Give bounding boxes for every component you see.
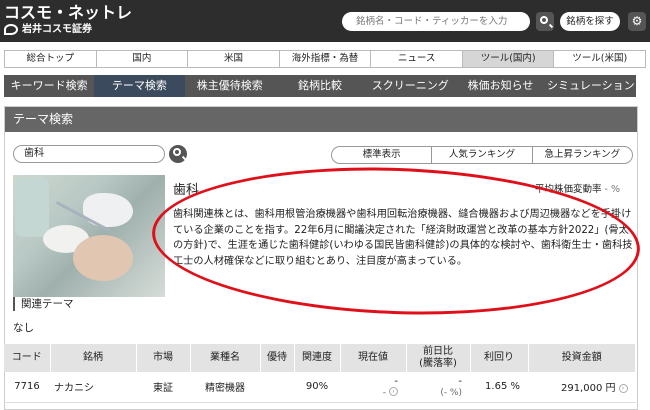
logo-main-text: コスモ・ネットレ — [4, 3, 133, 22]
cell-amount: 291,000 円 › — [528, 372, 636, 403]
theme-photo — [13, 175, 165, 297]
main-nav-tab-6[interactable]: ツール(米国) — [554, 51, 645, 67]
ranking-segment-control: 標準表示 人気ランキング 急上昇ランキング — [331, 146, 633, 164]
sub-nav-item-1[interactable]: テーマ検索 — [94, 75, 185, 97]
cell-industry: 精密機器 — [190, 372, 260, 403]
th-price[interactable]: 現在値 — [340, 344, 407, 372]
th-benefit[interactable]: 優待 — [260, 344, 295, 372]
main-nav: 総合トップ 国内 米国 海外指標・為替 ニュース ツール(国内) ツール(米国) — [4, 50, 646, 68]
th-yield[interactable]: 利回り — [470, 344, 529, 372]
avg-change-value: - % — [604, 184, 621, 195]
th-change[interactable]: 前日比 (騰落率) — [406, 344, 471, 372]
panel-title: テーマ検索 — [5, 107, 637, 132]
symbol-search-input[interactable]: 銘柄名・コード・ティッカーを入力 — [342, 12, 530, 31]
cell-amount-value: 291,000 円 — [560, 383, 616, 395]
search-button[interactable] — [536, 12, 554, 31]
segment-standard[interactable]: 標準表示 — [332, 147, 433, 163]
th-industry[interactable]: 業種名 — [190, 344, 261, 372]
cell-relevance: 90% — [294, 372, 340, 403]
logo[interactable]: コスモ・ネットレ 岩井コスモ証券 — [4, 4, 132, 36]
sub-nav-item-5[interactable]: 株価お知らせ — [455, 75, 545, 97]
logo-company-name: 岩井コスモ証券 — [22, 24, 92, 35]
cell-benefit — [260, 372, 294, 403]
cell-price: - - › — [340, 372, 406, 403]
cell-change-sub: (- %) — [440, 387, 462, 398]
find-stock-button[interactable]: 銘柄を探す — [560, 12, 620, 31]
table-row[interactable]: 7716 ナカニシ 東証 精密機器 90% - - › - (- %) 1.65 … — [4, 372, 636, 403]
cell-change-value: - — [458, 375, 462, 387]
logo-sub-text: 岩井コスモ証券 — [4, 23, 132, 36]
segment-popular[interactable]: 人気ランキング — [432, 147, 533, 163]
related-themes-label: 関連テーマ — [13, 297, 74, 311]
gear-icon: ⚙ — [631, 14, 643, 28]
theme-search-button[interactable] — [169, 145, 187, 163]
search-icon — [540, 16, 548, 24]
cell-market: 東証 — [136, 372, 190, 403]
sub-nav-item-3[interactable]: 銘柄比較 — [275, 75, 365, 97]
main-nav-tab-1[interactable]: 国内 — [97, 51, 189, 67]
top-header: コスモ・ネットレ 岩井コスモ証券 銘柄名・コード・ティッカーを入力 銘柄を探す … — [0, 0, 650, 42]
detail-icon[interactable]: › — [618, 383, 628, 393]
sub-nav-item-4[interactable]: スクリーニング — [365, 75, 455, 97]
theme-query-input[interactable]: 歯科 — [13, 145, 165, 163]
segment-rising[interactable]: 急上昇ランキング — [533, 147, 632, 163]
refresh-icon[interactable]: › — [389, 387, 398, 397]
th-change-sub: (騰落率) — [419, 358, 457, 369]
cell-code: 7716 — [4, 372, 50, 403]
cell-yield: 1.65 % — [470, 372, 528, 403]
stock-table: コード 銘柄 市場 業種名 優待 関連度 現在値 前日比 (騰落率) 利回り 投… — [4, 344, 636, 403]
table-header-row: コード 銘柄 市場 業種名 優待 関連度 現在値 前日比 (騰落率) 利回り 投… — [4, 344, 636, 372]
sub-nav-item-6[interactable]: シミュレーション — [546, 75, 636, 97]
logo-mark-icon — [4, 24, 18, 35]
main-nav-tab-5[interactable]: ツール(国内) — [462, 51, 555, 67]
cell-name[interactable]: ナカニシ — [50, 372, 136, 403]
main-nav-tab-2[interactable]: 米国 — [188, 51, 280, 67]
th-relevance[interactable]: 関連度 — [294, 344, 341, 372]
cell-price-sub: - — [382, 387, 386, 398]
related-themes-value: なし — [13, 322, 34, 334]
cell-price-value: - — [394, 375, 398, 387]
th-amount[interactable]: 投資金額 — [528, 344, 636, 372]
main-nav-tab-3[interactable]: 海外指標・為替 — [280, 51, 372, 67]
sub-nav-item-2[interactable]: 株主優待検索 — [185, 75, 275, 97]
th-name[interactable]: 銘柄 — [50, 344, 137, 372]
sub-nav: キーワード検索 テーマ検索 株主優待検索 銘柄比較 スクリーニング 株価お知らせ… — [4, 75, 636, 97]
main-nav-tab-4[interactable]: ニュース — [371, 51, 463, 67]
th-change-main: 前日比 — [423, 346, 453, 357]
settings-button[interactable]: ⚙ — [628, 12, 646, 31]
main-nav-tab-0[interactable]: 総合トップ — [5, 51, 97, 67]
th-market[interactable]: 市場 — [136, 344, 191, 372]
search-icon — [173, 148, 181, 156]
sub-nav-item-0[interactable]: キーワード検索 — [4, 75, 94, 97]
cell-change: - (- %) — [406, 372, 470, 403]
th-code[interactable]: コード — [4, 344, 51, 372]
